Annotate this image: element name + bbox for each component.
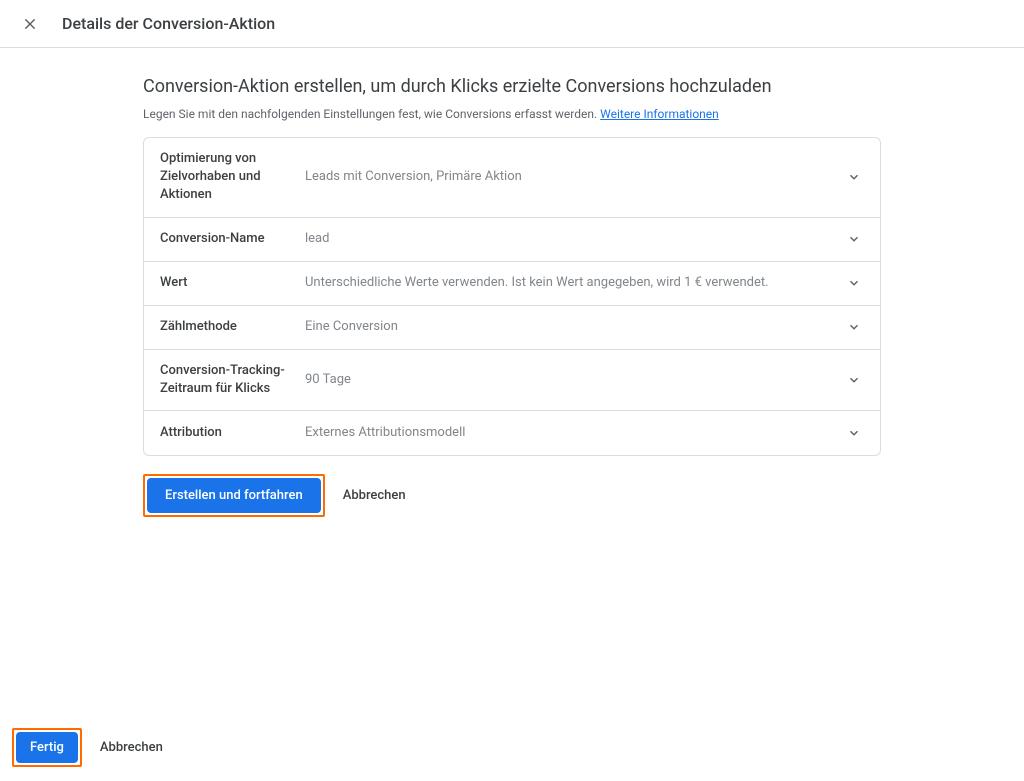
- settings-value: lead: [305, 230, 844, 248]
- settings-value: 90 Tage: [305, 371, 844, 389]
- page-heading: Conversion-Aktion erstellen, um durch Kl…: [143, 76, 881, 97]
- settings-label: Zählmethode: [160, 318, 305, 336]
- chevron-down-icon: [844, 320, 864, 334]
- settings-value: Externes Attributionsmodell: [305, 424, 844, 442]
- highlight-box: Erstellen und fortfahren: [143, 474, 325, 517]
- cancel-button[interactable]: Abbrechen: [337, 480, 412, 511]
- settings-row-optimization[interactable]: Optimierung von Zielvorhaben und Aktione…: [144, 138, 880, 218]
- chevron-down-icon: [844, 426, 864, 440]
- close-icon[interactable]: [20, 14, 40, 34]
- create-continue-button[interactable]: Erstellen und fortfahren: [147, 478, 321, 513]
- settings-row-value[interactable]: Wert Unterschiedliche Werte verwenden. I…: [144, 262, 880, 306]
- settings-card: Optimierung von Zielvorhaben und Aktione…: [143, 137, 881, 456]
- settings-label: Optimierung von Zielvorhaben und Aktione…: [160, 150, 305, 205]
- action-row: Erstellen und fortfahren Abbrechen: [143, 474, 881, 517]
- cancel-button-bottom[interactable]: Abbrechen: [94, 732, 169, 763]
- settings-row-name[interactable]: Conversion-Name lead: [144, 218, 880, 262]
- settings-label: Conversion-Name: [160, 230, 305, 248]
- highlight-box: Fertig: [12, 728, 82, 767]
- done-button[interactable]: Fertig: [16, 732, 78, 763]
- settings-value: Unterschiedliche Werte verwenden. Ist ke…: [305, 274, 844, 292]
- main-content: Conversion-Aktion erstellen, um durch Kl…: [127, 48, 897, 533]
- page-subheading: Legen Sie mit den nachfolgenden Einstell…: [143, 107, 881, 121]
- settings-label: Conversion-Tracking-Zeitraum für Klicks: [160, 362, 305, 398]
- settings-row-count[interactable]: Zählmethode Eine Conversion: [144, 306, 880, 350]
- subheading-text: Legen Sie mit den nachfolgenden Einstell…: [143, 107, 600, 121]
- settings-label: Wert: [160, 274, 305, 292]
- settings-row-tracking[interactable]: Conversion-Tracking-Zeitraum für Klicks …: [144, 350, 880, 411]
- chevron-down-icon: [844, 276, 864, 290]
- settings-value: Eine Conversion: [305, 318, 844, 336]
- settings-row-attribution[interactable]: Attribution Externes Attributionsmodell: [144, 411, 880, 455]
- chevron-down-icon: [844, 170, 864, 184]
- settings-value: Leads mit Conversion, Primäre Aktion: [305, 168, 844, 186]
- bottom-bar: Fertig Abbrechen: [0, 714, 1024, 781]
- more-info-link[interactable]: Weitere Informationen: [600, 107, 719, 121]
- chevron-down-icon: [844, 232, 864, 246]
- top-bar: Details der Conversion-Aktion: [0, 0, 1024, 48]
- chevron-down-icon: [844, 373, 864, 387]
- settings-label: Attribution: [160, 424, 305, 442]
- page-title: Details der Conversion-Aktion: [62, 14, 275, 33]
